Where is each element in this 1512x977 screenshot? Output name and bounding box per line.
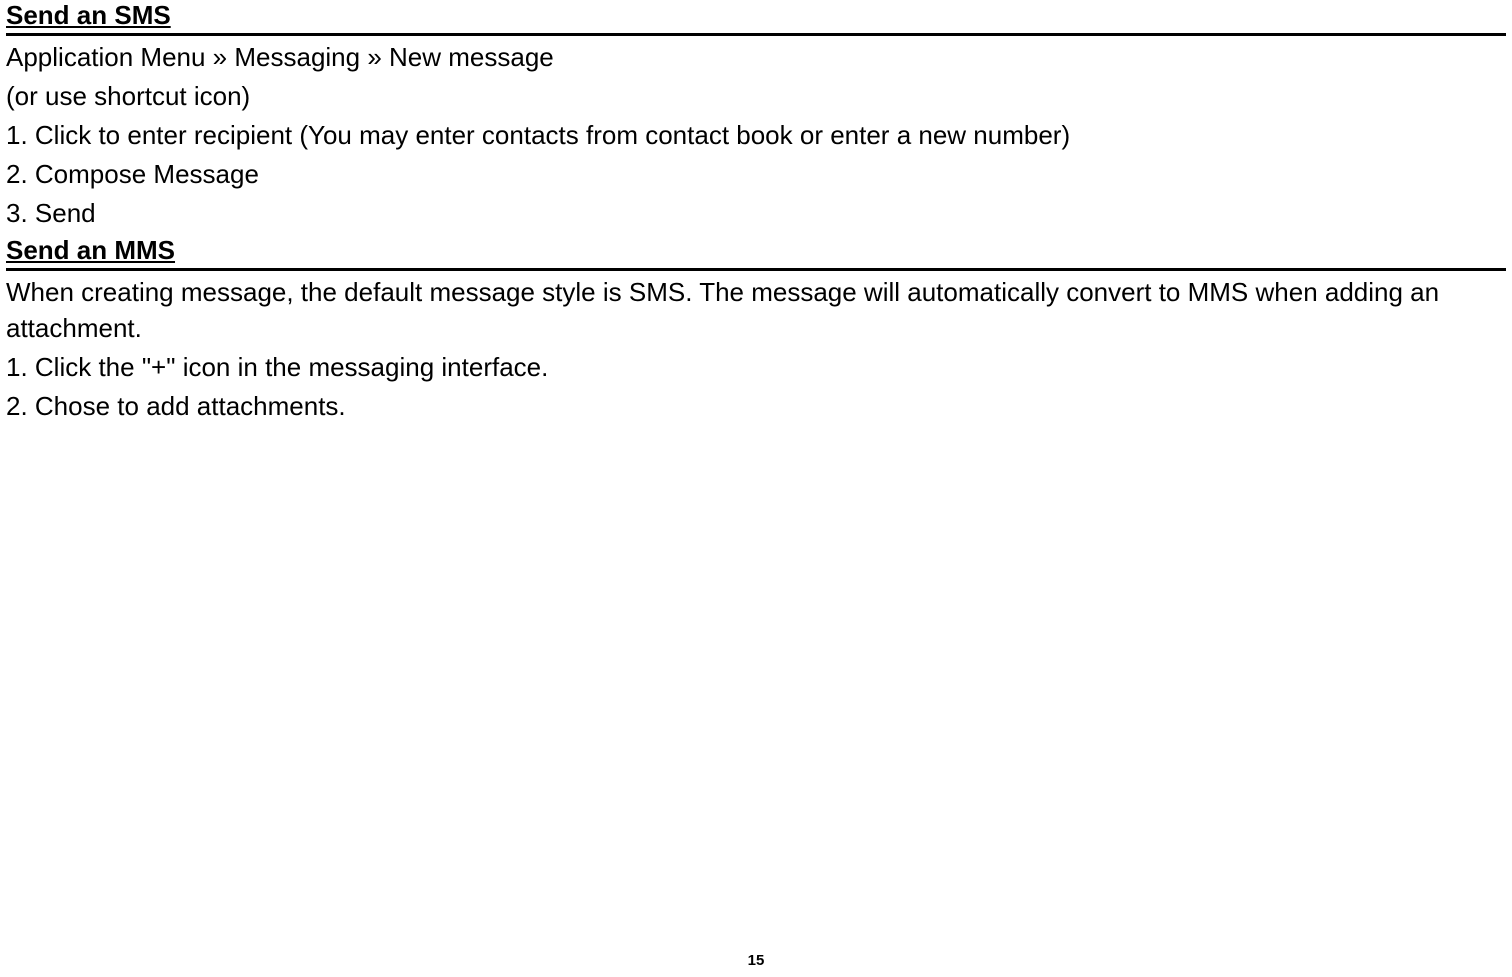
page-number: 15 bbox=[0, 952, 1512, 969]
breadcrumb-text: Application Menu » Messaging » New messa… bbox=[6, 40, 1506, 75]
sms-step-3: 3. Send bbox=[6, 196, 1506, 231]
mms-intro: When creating message, the default messa… bbox=[6, 275, 1506, 345]
section-send-mms: Send an MMS When creating message, the d… bbox=[6, 235, 1506, 423]
sms-step-1: 1. Click to enter recipient (You may ent… bbox=[6, 118, 1506, 153]
sms-step-2: 2. Compose Message bbox=[6, 157, 1506, 192]
heading-send-sms: Send an SMS bbox=[6, 0, 1506, 36]
mms-step-2: 2. Chose to add attachments. bbox=[6, 389, 1506, 424]
section-send-sms: Send an SMS Application Menu » Messaging… bbox=[6, 0, 1506, 231]
heading-send-mms: Send an MMS bbox=[6, 235, 1506, 271]
mms-step-1: 1. Click the "+" icon in the messaging i… bbox=[6, 350, 1506, 385]
shortcut-note: (or use shortcut icon) bbox=[6, 79, 1506, 114]
